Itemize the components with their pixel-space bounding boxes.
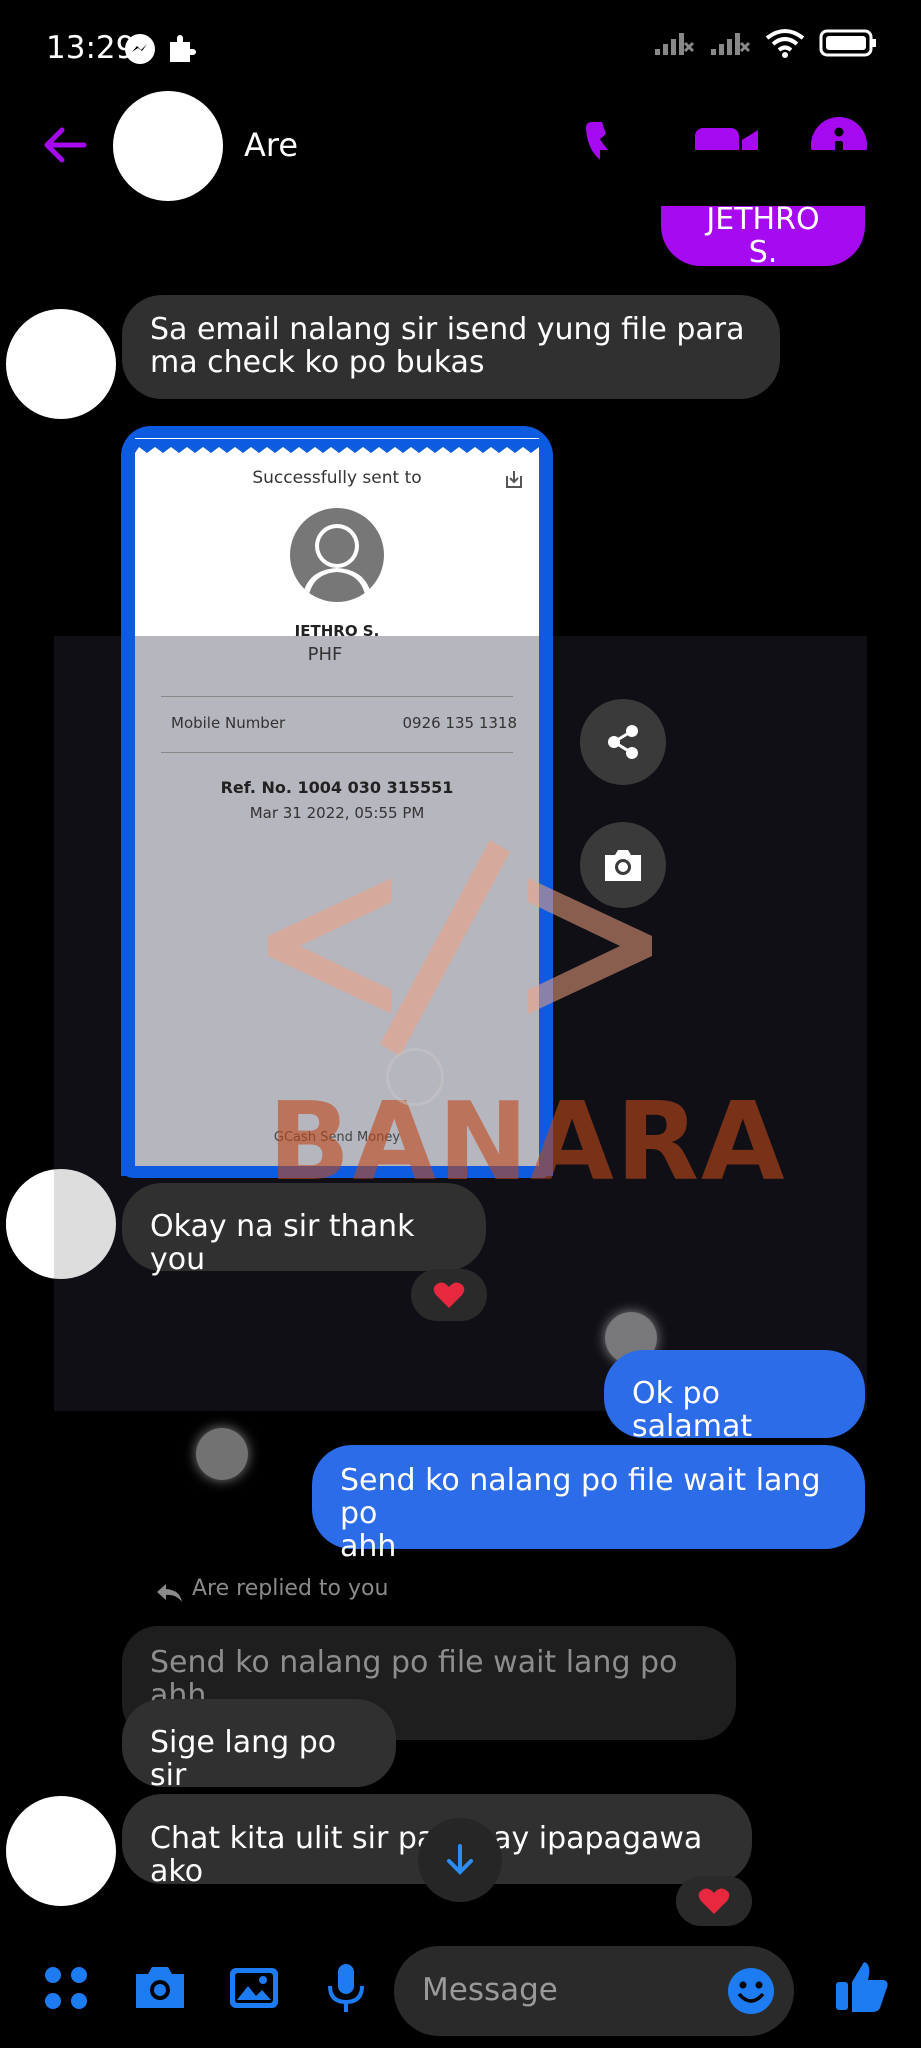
- message-text: Sige lang po sir: [150, 1725, 337, 1793]
- messenger-status-icon: [125, 34, 155, 64]
- sender-avatar[interactable]: [6, 309, 116, 419]
- emoji-icon[interactable]: [726, 1966, 776, 2016]
- status-icons: [653, 28, 877, 58]
- share-icon: [608, 725, 638, 759]
- wifi-icon: [765, 29, 805, 58]
- reference-number: Ref. No. 1004 030 315551: [220, 778, 454, 797]
- zigzag-edge: [135, 439, 539, 453]
- message-text: ahh: [340, 1529, 397, 1564]
- gallery-icon[interactable]: [224, 1958, 284, 2018]
- camera-icon[interactable]: [130, 1958, 190, 2018]
- receipt-title: Successfully sent to: [252, 468, 422, 488]
- microphone-icon[interactable]: [316, 1958, 376, 2018]
- mobile-value: 0926 135 1318: [402, 714, 517, 732]
- contact-name[interactable]: Are: [244, 126, 298, 164]
- arrow-down-icon: [447, 1844, 473, 1875]
- receipt-currency: PHF: [307, 644, 343, 665]
- message-text: Okay na sir thank you: [150, 1209, 415, 1277]
- received-message-bubble[interactable]: Sige lang po sir: [122, 1699, 396, 1792]
- thumbs-up-icon[interactable]: [832, 1956, 892, 2016]
- transaction-date: Mar 31 2022, 05:55 PM: [249, 804, 425, 822]
- sender-avatar[interactable]: [6, 1169, 116, 1279]
- sent-message-bubble[interactable]: Send ko nalang po file wait lang po ahh: [312, 1445, 865, 1563]
- attachment-frame: [121, 636, 135, 1176]
- status-time: 13:29: [46, 30, 136, 66]
- touch-indicator: [196, 1428, 248, 1480]
- back-arrow-icon[interactable]: [38, 118, 92, 172]
- message-input[interactable]: Message: [394, 1946, 794, 2036]
- sent-message-bubble[interactable]: Ok po salamat: [604, 1350, 865, 1443]
- heart-reaction[interactable]: [411, 1269, 487, 1321]
- message-placeholder: Message: [422, 1972, 558, 2008]
- message-text: JETHRO S.: [706, 202, 820, 270]
- heart-icon: [698, 1888, 730, 1914]
- battery-icon: [819, 29, 876, 57]
- header-divider: [600, 150, 900, 206]
- divider: [161, 696, 513, 697]
- mobile-label: Mobile Number: [171, 714, 286, 732]
- message-text: Send ko nalang po file wait lang po: [340, 1463, 821, 1531]
- message-text: ma check ko po bukas: [150, 345, 485, 380]
- reply-icon: [154, 1580, 184, 1606]
- received-message-bubble[interactable]: Okay na sir thank you: [122, 1183, 486, 1276]
- heart-icon: [433, 1282, 465, 1308]
- camera-button[interactable]: [580, 822, 666, 908]
- received-message-bubble[interactable]: Sa email nalang sir isend yung file para…: [122, 295, 780, 399]
- download-icon: [503, 468, 525, 490]
- camera-icon: [605, 850, 641, 881]
- divider: [161, 752, 513, 753]
- contact-avatar[interactable]: [113, 91, 223, 201]
- reply-meta-label: Are replied to you: [192, 1576, 389, 1601]
- touch-indicator: [386, 1048, 444, 1106]
- signal-icon: [655, 33, 695, 55]
- message-text: Sa email nalang sir isend yung file para: [150, 312, 745, 347]
- menu-grid-icon[interactable]: [36, 1958, 96, 2018]
- share-button[interactable]: [580, 699, 666, 785]
- message-text: Ok po salamat: [632, 1376, 753, 1444]
- sender-avatar[interactable]: [6, 1796, 116, 1906]
- signal-icon-2: [711, 33, 751, 55]
- puzzle-status-icon: [166, 32, 198, 64]
- recipient-avatar: [290, 508, 384, 602]
- heart-reaction[interactable]: [676, 1876, 752, 1926]
- scroll-to-bottom-button[interactable]: [418, 1818, 502, 1902]
